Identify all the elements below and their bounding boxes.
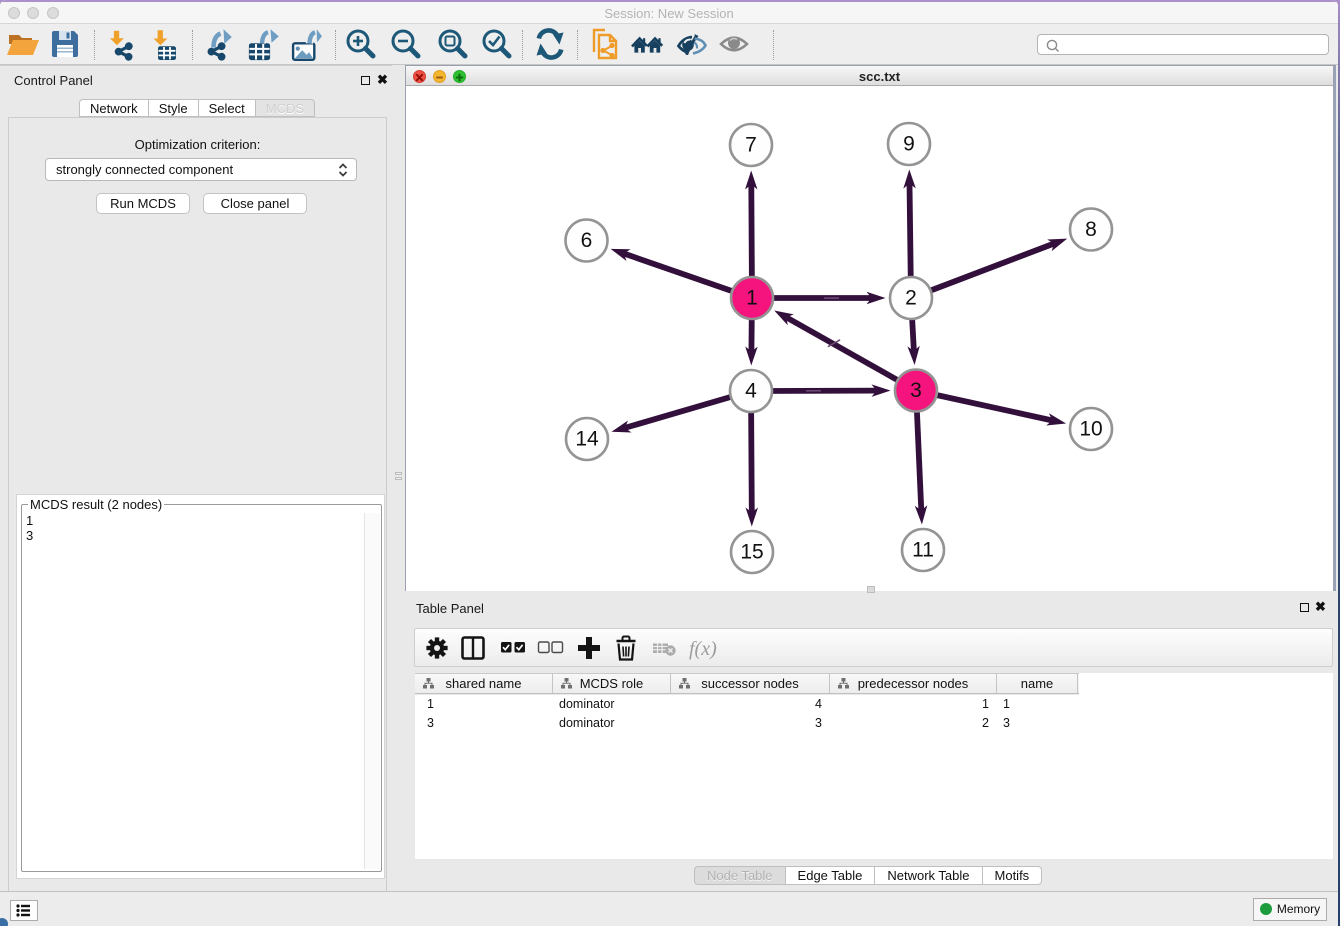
svg-text:8: 8 [1085, 218, 1097, 241]
svg-text:9: 9 [903, 133, 915, 156]
svg-text:14: 14 [575, 428, 599, 451]
svg-text:f(x): f(x) [689, 638, 717, 660]
svg-text:6: 6 [581, 229, 593, 252]
svg-text:11: 11 [912, 539, 934, 562]
svg-text:2: 2 [905, 287, 917, 310]
svg-text:1: 1 [746, 287, 758, 310]
svg-text:4: 4 [745, 380, 757, 403]
svg-text:10: 10 [1079, 418, 1102, 441]
svg-text:3: 3 [910, 379, 922, 402]
svg-text:7: 7 [745, 134, 757, 157]
svg-text:15: 15 [740, 541, 763, 564]
